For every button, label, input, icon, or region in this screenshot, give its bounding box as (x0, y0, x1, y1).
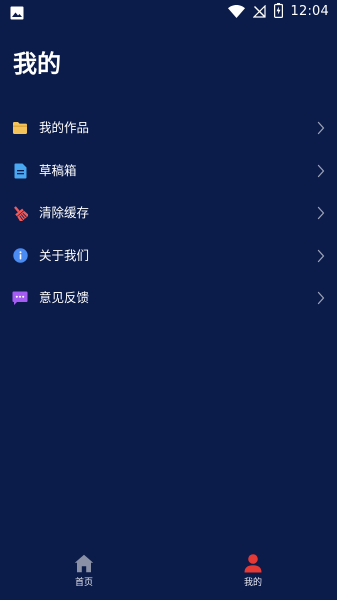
status-icons: 12:04 (227, 2, 329, 22)
nav-tab-label: 首页 (74, 578, 93, 588)
folder-icon (12, 120, 28, 136)
menu-item-drafts[interactable]: 草稿箱 (0, 150, 337, 193)
image-icon (10, 5, 24, 20)
broom-icon (12, 205, 28, 222)
nav-tab-home[interactable]: 首页 (44, 552, 124, 598)
nav-tab-label: 我的 (243, 578, 262, 588)
status-time: 12:04 (290, 4, 329, 19)
menu-list: 我的作品 草稿箱 清除缓存 关于我们 意见反馈 (0, 107, 337, 320)
menu-item-my-works[interactable]: 我的作品 (0, 107, 337, 150)
page-title: 我的 (13, 50, 61, 78)
bottom-nav: 首页 我的 (0, 548, 337, 600)
home-icon (73, 552, 95, 574)
chevron-right-icon (317, 164, 325, 177)
user-icon (242, 552, 264, 574)
signal-off-icon (252, 3, 266, 22)
battery-charging-icon (273, 2, 283, 22)
chevron-right-icon (317, 207, 325, 220)
chevron-right-icon (317, 292, 325, 305)
menu-item-label: 关于我们 (39, 247, 90, 263)
menu-item-label: 我的作品 (39, 120, 90, 136)
wifi-icon (227, 3, 245, 22)
menu-item-label: 草稿箱 (39, 162, 77, 178)
status-bar: 12:04 (0, 0, 337, 24)
info-icon (12, 248, 28, 264)
menu-item-clear-cache[interactable]: 清除缓存 (0, 192, 337, 235)
menu-item-about-us[interactable]: 关于我们 (0, 235, 337, 278)
menu-item-label: 意见反馈 (39, 290, 90, 306)
chevron-right-icon (317, 122, 325, 135)
chevron-right-icon (317, 249, 325, 262)
nav-tab-mine[interactable]: 我的 (213, 552, 293, 598)
menu-item-label: 清除缓存 (39, 205, 90, 221)
document-icon (12, 163, 28, 179)
menu-item-feedback[interactable]: 意见反馈 (0, 277, 337, 320)
chat-icon (12, 290, 28, 306)
